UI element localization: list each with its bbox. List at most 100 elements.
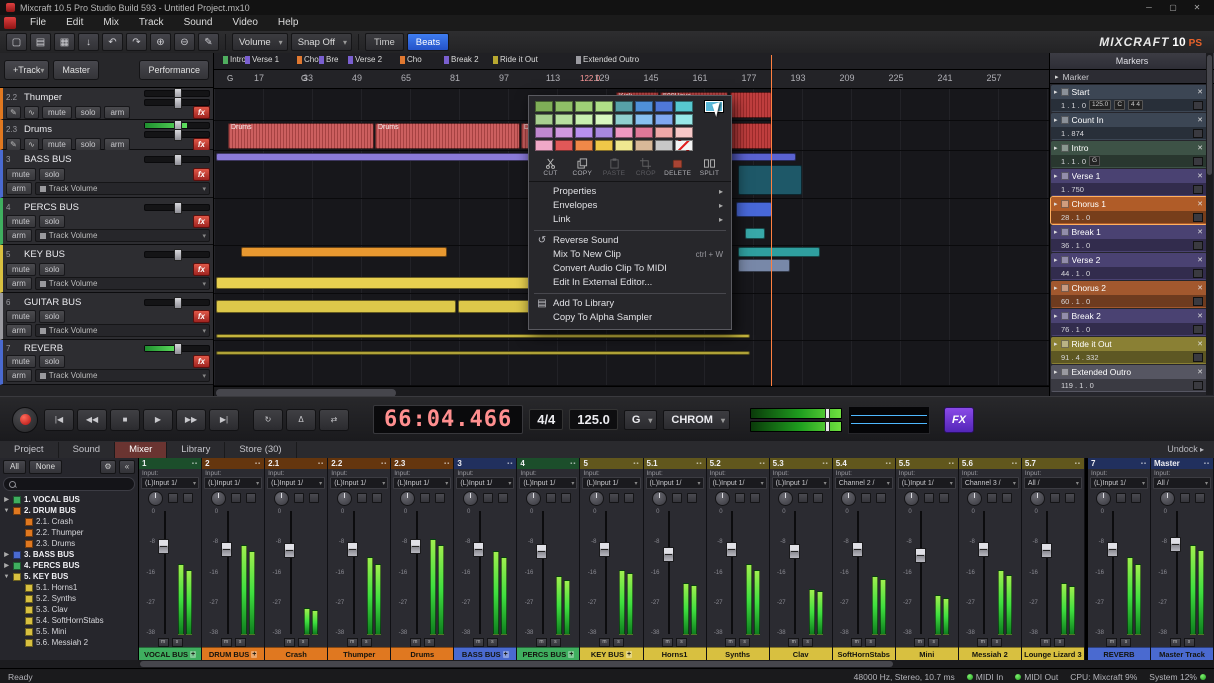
strip-mute-button[interactable]: m <box>158 638 169 647</box>
input-select[interactable]: (L)Input 1/ <box>267 477 325 489</box>
strip-options-icon[interactable]: ▪▪ <box>1075 461 1081 467</box>
pan-knob[interactable] <box>715 491 730 506</box>
beats-mode-button[interactable]: Beats <box>407 33 449 51</box>
fader-handle[interactable] <box>726 542 737 557</box>
pan-knob[interactable] <box>463 491 478 506</box>
color-swatch[interactable] <box>555 114 573 125</box>
marker-mini-button[interactable] <box>1193 353 1203 362</box>
marker-expand-icon[interactable]: ▸ <box>1054 340 1058 348</box>
color-swatch[interactable] <box>535 127 553 138</box>
mixer-strip-5.1[interactable]: 5.1▪▪Input:(L)Input 1/0-8-16-27-38msHorn… <box>644 458 707 660</box>
timeline-marker-verse-2[interactable]: Verse 2 <box>348 55 382 64</box>
strip-solo-button[interactable]: s <box>613 638 624 647</box>
marker-mini-button[interactable] <box>1193 185 1203 194</box>
strip-mute-button[interactable]: m <box>1170 638 1181 647</box>
add-track-button[interactable]: +Track <box>4 60 49 80</box>
track-volume-slider[interactable] <box>144 204 210 211</box>
color-swatch[interactable] <box>655 101 673 112</box>
track-header-2.2[interactable]: 2.2Thumper✎∿mutesoloarmfx <box>0 88 213 120</box>
strip-mute-button[interactable]: m <box>914 638 925 647</box>
track-header-6[interactable]: 6GUITAR BUSmutesolofxarmTrack Volume <box>0 293 213 340</box>
scrollbar-thumb[interactable] <box>1207 55 1212 175</box>
mixer-strip-5.6[interactable]: 5.6▪▪Input:Channel 3 /0-8-16-27-38msMess… <box>959 458 1022 660</box>
input-select[interactable]: All / <box>1024 477 1082 489</box>
strip-mini-button[interactable] <box>483 493 493 503</box>
tab-store-30-[interactable]: Store (30) <box>225 442 296 458</box>
tree-item-2-drum-bus[interactable]: ▼2. DRUM BUS <box>0 505 138 516</box>
volume-fader[interactable] <box>536 511 547 634</box>
strip-mini-button[interactable] <box>624 493 634 503</box>
color-swatch[interactable] <box>635 140 653 151</box>
timeline-hscrollbar[interactable] <box>214 386 1049 396</box>
strip-mini-button[interactable] <box>672 493 682 503</box>
arm-button[interactable]: arm <box>6 229 32 242</box>
strip-mini-button[interactable] <box>1131 493 1141 503</box>
marker-row-start[interactable]: ▸Start✕1 . 1 . 0125.0C4 4 <box>1051 85 1207 112</box>
tab-sound[interactable]: Sound <box>59 442 115 458</box>
strip-options-icon[interactable]: ▪▪ <box>318 461 324 467</box>
input-select[interactable]: (L)Input 1/ <box>1090 477 1148 489</box>
chevron-right-icon[interactable]: ▶ <box>3 562 10 569</box>
strip-options-icon[interactable]: ▪▪ <box>1012 461 1018 467</box>
mixer-strip-2[interactable]: 2▪▪Input:(L)Input 1/0-8-16-27-38msDRUM B… <box>202 458 265 660</box>
context-item-link[interactable]: Link▸ <box>529 213 731 227</box>
context-item-mix-to-new-clip[interactable]: Mix To New Clipctrl + W <box>529 248 731 262</box>
color-swatch[interactable] <box>675 114 693 125</box>
fader-handle[interactable] <box>410 539 421 554</box>
context-item-copy-to-alpha-sampler[interactable]: Copy To Alpha Sampler <box>529 311 731 325</box>
pan-knob[interactable] <box>778 491 793 506</box>
strip-options-icon[interactable]: ▪▪ <box>759 461 765 467</box>
undo-icon[interactable]: ↶ <box>102 33 123 51</box>
mute-button[interactable]: mute <box>6 310 36 323</box>
marker-mini-button[interactable] <box>1193 101 1203 110</box>
strip-mini-button[interactable] <box>357 493 367 503</box>
scrollbar-thumb[interactable] <box>140 661 893 667</box>
strip-mute-button[interactable]: m <box>347 638 358 647</box>
audio-clip[interactable] <box>730 123 772 149</box>
tempo-display[interactable]: 125.0 <box>569 409 618 430</box>
input-select[interactable]: (L)Input 1/ <box>898 477 956 489</box>
fx-button[interactable]: FX <box>944 407 974 433</box>
marker-mini-button[interactable] <box>1193 325 1203 334</box>
strip-mini-button[interactable] <box>924 493 934 503</box>
time-mode-button[interactable]: Time <box>365 33 404 51</box>
audio-clip[interactable] <box>738 247 820 257</box>
strip-mute-button[interactable]: m <box>599 638 610 647</box>
scale-dropdown[interactable]: CHROM <box>663 410 730 430</box>
input-select[interactable]: (L)Input 1/ <box>772 477 830 489</box>
fader-handle[interactable] <box>473 542 484 557</box>
track-volume-slider[interactable] <box>144 90 210 97</box>
color-swatch[interactable] <box>575 101 593 112</box>
mixer-strip-5.3[interactable]: 5.3▪▪Input:(L)Input 1/0-8-16-27-38msClav <box>770 458 833 660</box>
strip-options-icon[interactable]: ▪▪ <box>696 461 702 467</box>
color-swatch[interactable] <box>575 127 593 138</box>
select-all-button[interactable]: All <box>3 460 26 474</box>
volume-fader[interactable] <box>978 511 989 634</box>
marker-mini-button[interactable] <box>1193 213 1203 222</box>
track-header-7[interactable]: 7REVERBmutesolofxarmTrack Volume <box>0 340 213 385</box>
select-none-button[interactable]: None <box>29 460 62 474</box>
fader-handle[interactable] <box>284 543 295 558</box>
strip-mini-button[interactable] <box>939 493 949 503</box>
input-select[interactable]: Channel 3 / <box>961 477 1019 489</box>
strip-mini-button[interactable] <box>609 493 619 503</box>
import-icon[interactable]: ↓ <box>78 33 99 51</box>
strip-options-icon[interactable]: ▪▪ <box>1141 461 1147 467</box>
strip-mini-button[interactable] <box>1195 493 1205 503</box>
marker-mini-button[interactable] <box>1193 381 1203 390</box>
strip-options-icon[interactable]: ▪▪ <box>949 461 955 467</box>
time-signature-display[interactable]: 4/4 <box>529 409 563 430</box>
timeline-marker-verse-1[interactable]: Verse 1 <box>245 55 279 64</box>
minimize-button[interactable]: ─ <box>1138 1 1160 14</box>
color-swatch[interactable] <box>615 127 633 138</box>
fader-handle[interactable] <box>915 548 926 563</box>
volume-fader[interactable] <box>915 511 926 634</box>
arm-button[interactable]: arm <box>6 182 32 195</box>
snap-dropdown[interactable]: Snap Off <box>291 33 352 51</box>
mute-button[interactable]: mute <box>6 168 36 181</box>
menu-sound[interactable]: Sound <box>174 15 223 31</box>
volume-fader[interactable] <box>347 511 358 634</box>
color-swatch[interactable] <box>675 101 693 112</box>
mute-button[interactable]: mute <box>6 215 36 228</box>
record-button[interactable] <box>12 407 38 433</box>
